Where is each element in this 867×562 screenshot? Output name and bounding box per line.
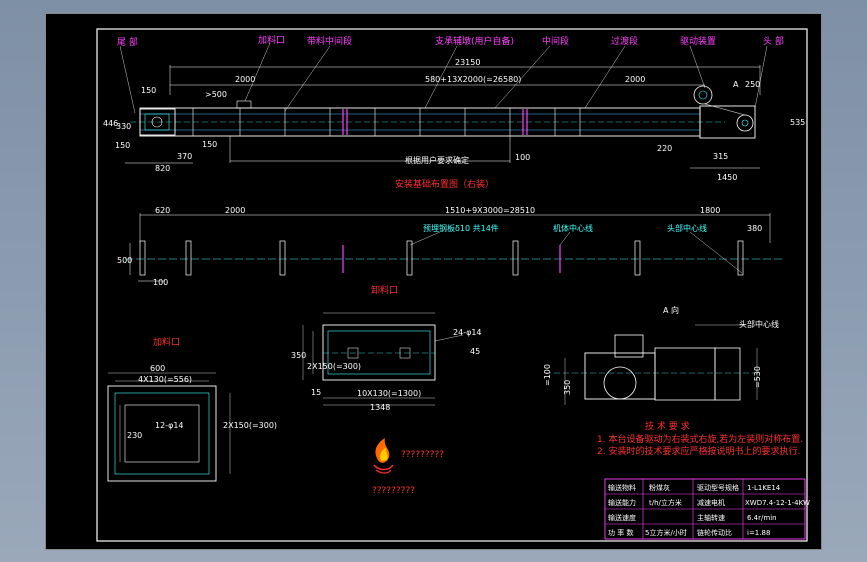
- spec-r0c2: 驱动型号规格: [697, 483, 739, 492]
- logo: [373, 438, 394, 474]
- dim-2000a: 2000: [235, 75, 255, 84]
- dim-220: 220: [657, 144, 672, 153]
- dim-100: 100: [515, 153, 530, 162]
- idim-4x130: 4X130(=556): [138, 375, 192, 384]
- label-transition: 过渡段: [611, 35, 638, 47]
- inlet-title: 加料口: [153, 336, 180, 348]
- dim-370: 370: [177, 152, 192, 161]
- idim-holes: 12-φ14: [155, 421, 184, 430]
- dim-2000b: 2000: [625, 75, 645, 84]
- spec-r2c3: 6.4r/min: [747, 514, 777, 522]
- odim-350: 350: [291, 351, 306, 360]
- tech-line-2: 2. 安装时的技术要求应严格按说明书上的要求执行.: [597, 445, 800, 457]
- odim-holes: 24-φ14: [453, 328, 482, 337]
- spec-r3c3: i=1.88: [747, 529, 770, 537]
- label-view-a-mark: A: [733, 80, 739, 89]
- tech-line-1: 1. 本台设备驱动为右装式右旋,若为左装则对称布置.: [597, 433, 803, 445]
- idim-230: 230: [127, 431, 142, 440]
- spec-r1c0: 输送能力: [608, 498, 636, 507]
- label-user-decide: 根据用户要求确定: [405, 155, 469, 165]
- spec-r3c0: 功 率 数: [608, 528, 633, 537]
- dim-315: 315: [713, 152, 728, 161]
- dim-580: 580+13X2000(=26580): [425, 75, 521, 84]
- dim-1450: 1450: [717, 173, 737, 182]
- dim-820: 820: [155, 164, 170, 173]
- odim-2x150: 2X150(=300): [307, 362, 361, 371]
- spec-r1c2: 减速电机: [697, 498, 725, 507]
- cad-viewport: 尾 部 加料口 带料中间段 支承辅墩(用户自备) 中间段 过渡段 驱动装置 头 …: [0, 0, 867, 562]
- spec-r1c3: XWD7.4-12-1-4KW: [745, 499, 810, 507]
- spec-r0c3: 1-L1KE14: [747, 484, 781, 492]
- spec-r0c1: 粉煤灰: [649, 483, 670, 492]
- label-support-pier: 支承辅墩(用户自备): [435, 35, 514, 47]
- dim-500: >500: [205, 90, 227, 99]
- label-head-centerline: 头部中心线: [667, 223, 707, 233]
- logo-text: ?????????: [401, 450, 444, 460]
- fdim-620: 620: [155, 206, 170, 215]
- label-intermediate: 中间段: [542, 35, 569, 47]
- logo-text-big: ?????????: [372, 486, 415, 496]
- adim-100: =100: [543, 364, 552, 386]
- view-a-detail: [545, 324, 758, 405]
- adim-530: =530: [753, 366, 762, 388]
- label-feed-inlet: 加料口: [258, 34, 285, 46]
- spec-r2c0: 输送速度: [608, 513, 636, 522]
- odim-10x130: 10X130(=1300): [357, 389, 421, 398]
- odim-45: 45: [470, 347, 480, 356]
- outlet-title: 卸料口: [371, 284, 398, 296]
- idim-2x150: 2X150(=300): [223, 421, 277, 430]
- odim-15: 15: [311, 388, 321, 397]
- spec-r3c2: 链轮传动比: [697, 528, 732, 537]
- dim-150c: 150: [202, 140, 217, 149]
- drawing-sheet: 尾 部 加料口 带料中间段 支承辅墩(用户自备) 中间段 过渡段 驱动装置 头 …: [45, 13, 822, 550]
- label-tail: 尾 部: [117, 36, 138, 48]
- tech-title: 技 术 要 求: [645, 420, 690, 432]
- fdim-2000: 2000: [225, 206, 245, 215]
- fdim-100: 100: [153, 278, 168, 287]
- dim-330: 330: [116, 122, 131, 131]
- odim-1348: 1348: [370, 403, 390, 412]
- spec-r3c1: 5立方米/小时: [645, 528, 687, 537]
- view-a-title: A 向: [663, 305, 679, 315]
- fdim-380: 380: [747, 224, 762, 233]
- dim-150: 150: [141, 86, 156, 95]
- fdim-500: 500: [117, 256, 132, 265]
- label-head: 头 部: [763, 35, 784, 47]
- idim-600: 600: [150, 364, 165, 373]
- label-embedded-plate: 预埋钢板δ10 共14件: [423, 223, 499, 233]
- dim-150b: 150: [115, 141, 130, 150]
- spec-r2c2: 主轴转速: [697, 513, 725, 522]
- adim-350: 350: [563, 380, 572, 395]
- spec-r1c1: t/h/立方米: [649, 498, 682, 507]
- label-intermediate-inlet: 带料中间段: [307, 35, 352, 47]
- dim-23150: 23150: [455, 58, 480, 67]
- spec-r0c0: 输送物料: [608, 483, 636, 492]
- dim-250: 250: [745, 80, 760, 89]
- fdim-1800: 1800: [700, 206, 720, 215]
- label-drive: 驱动装置: [680, 35, 716, 47]
- label-head-centerline-2: 头部中心线: [739, 319, 779, 329]
- dim-535: 535: [790, 118, 805, 127]
- fdim-1510: 1510+9X3000=28510: [445, 206, 535, 215]
- drawing-canvas: 尾 部 加料口 带料中间段 支承辅墩(用户自备) 中间段 过渡段 驱动装置 头 …: [45, 13, 822, 550]
- label-machine-centerline: 机体中心线: [553, 223, 593, 233]
- foundation-title: 安装基础布置图（右装）: [395, 178, 494, 190]
